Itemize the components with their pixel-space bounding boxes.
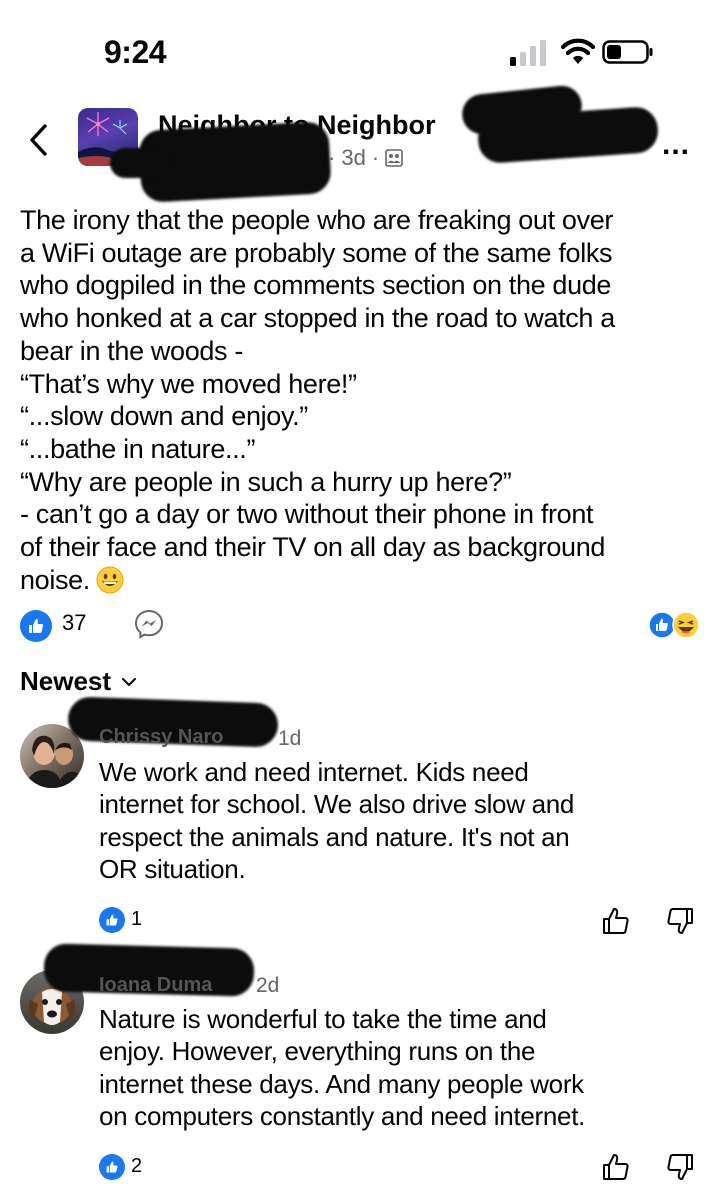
thumbs-up-icon[interactable] bbox=[601, 1152, 631, 1182]
post-line: who dogpiled in the comments section on … bbox=[20, 270, 612, 301]
post-line: who honked at a car stopped in the road … bbox=[20, 303, 615, 334]
post-line: noise. bbox=[20, 564, 90, 595]
comment-line: internet for school. We also drive slow … bbox=[99, 789, 575, 820]
meta-separator: · bbox=[371, 145, 380, 170]
post-line: “That’s why we moved here!” bbox=[20, 368, 357, 399]
post-text: The irony that the people who are freaki… bbox=[20, 204, 710, 596]
post-line: “...slow down and enjoy.” bbox=[20, 401, 308, 432]
comment-time[interactable]: 2d bbox=[256, 974, 279, 998]
grinning-face-emoji-icon bbox=[96, 566, 124, 594]
comment-sort-dropdown[interactable]: Newest bbox=[20, 666, 137, 697]
comment-like-count[interactable]: 1 bbox=[131, 908, 142, 931]
thumbs-up-icon[interactable] bbox=[601, 906, 631, 936]
battery-icon bbox=[602, 40, 653, 64]
back-chevron-icon[interactable] bbox=[24, 122, 54, 158]
comment-like-reaction-icon[interactable] bbox=[99, 1154, 125, 1180]
like-count[interactable]: 37 bbox=[62, 610, 86, 636]
reaction-summary[interactable] bbox=[648, 610, 704, 640]
comment-line: on computers constantly and need interne… bbox=[99, 1101, 586, 1132]
comment-author[interactable]: Ioana Duma bbox=[99, 974, 212, 997]
post-line: - can’t go a day or two without their ph… bbox=[20, 499, 594, 530]
status-bar: 9:24 bbox=[0, 0, 720, 100]
post-line: bear in the woods - bbox=[20, 335, 243, 366]
messenger-icon[interactable] bbox=[133, 608, 165, 640]
thumbs-down-icon[interactable] bbox=[665, 1152, 695, 1182]
comment-like-count[interactable]: 2 bbox=[131, 1155, 142, 1178]
comment-line: internet these days. And many people wor… bbox=[99, 1068, 584, 1099]
post-line: “Why are people in such a hurry up here?… bbox=[20, 466, 512, 497]
post-line: of their face and their TV on all day as… bbox=[20, 532, 606, 563]
post-line: a WiFi outage are probably some of the s… bbox=[20, 237, 613, 268]
post-line: “...bathe in nature...” bbox=[20, 433, 256, 464]
haha-emoji-icon bbox=[672, 611, 700, 639]
comment-like-reaction-icon[interactable] bbox=[99, 907, 125, 933]
wifi-icon bbox=[561, 38, 595, 64]
comment-line: OR situation. bbox=[99, 854, 246, 885]
comment-author[interactable]: Chrissy Naro bbox=[99, 726, 224, 749]
comment-text: We work and need internet. Kids need int… bbox=[99, 756, 699, 886]
sort-label: Newest bbox=[20, 666, 112, 696]
post-line: The irony that the people who are freaki… bbox=[20, 205, 614, 235]
chevron-down-icon bbox=[122, 677, 137, 686]
comment-line: enjoy. However, everything runs on the bbox=[99, 1036, 536, 1067]
status-time: 9:24 bbox=[104, 34, 167, 70]
cellular-signal-icon bbox=[510, 40, 546, 66]
post-line-last: noise. bbox=[20, 564, 710, 597]
comment-time[interactable]: 1d bbox=[278, 727, 301, 751]
comment-line: Nature is wonderful to take the time and bbox=[99, 1004, 547, 1034]
redaction-mark bbox=[110, 148, 170, 178]
group-members-icon bbox=[385, 149, 403, 167]
like-reaction-icon[interactable] bbox=[20, 610, 52, 642]
comment-line: respect the animals and nature. It's not… bbox=[99, 821, 570, 852]
more-options-icon[interactable]: ... bbox=[662, 128, 690, 162]
thumbs-down-icon[interactable] bbox=[665, 906, 695, 936]
comment-line: We work and need internet. Kids need bbox=[99, 757, 529, 787]
post-age[interactable]: 3d bbox=[341, 145, 365, 171]
comment-text: Nature is wonderful to take the time and… bbox=[99, 1003, 699, 1133]
